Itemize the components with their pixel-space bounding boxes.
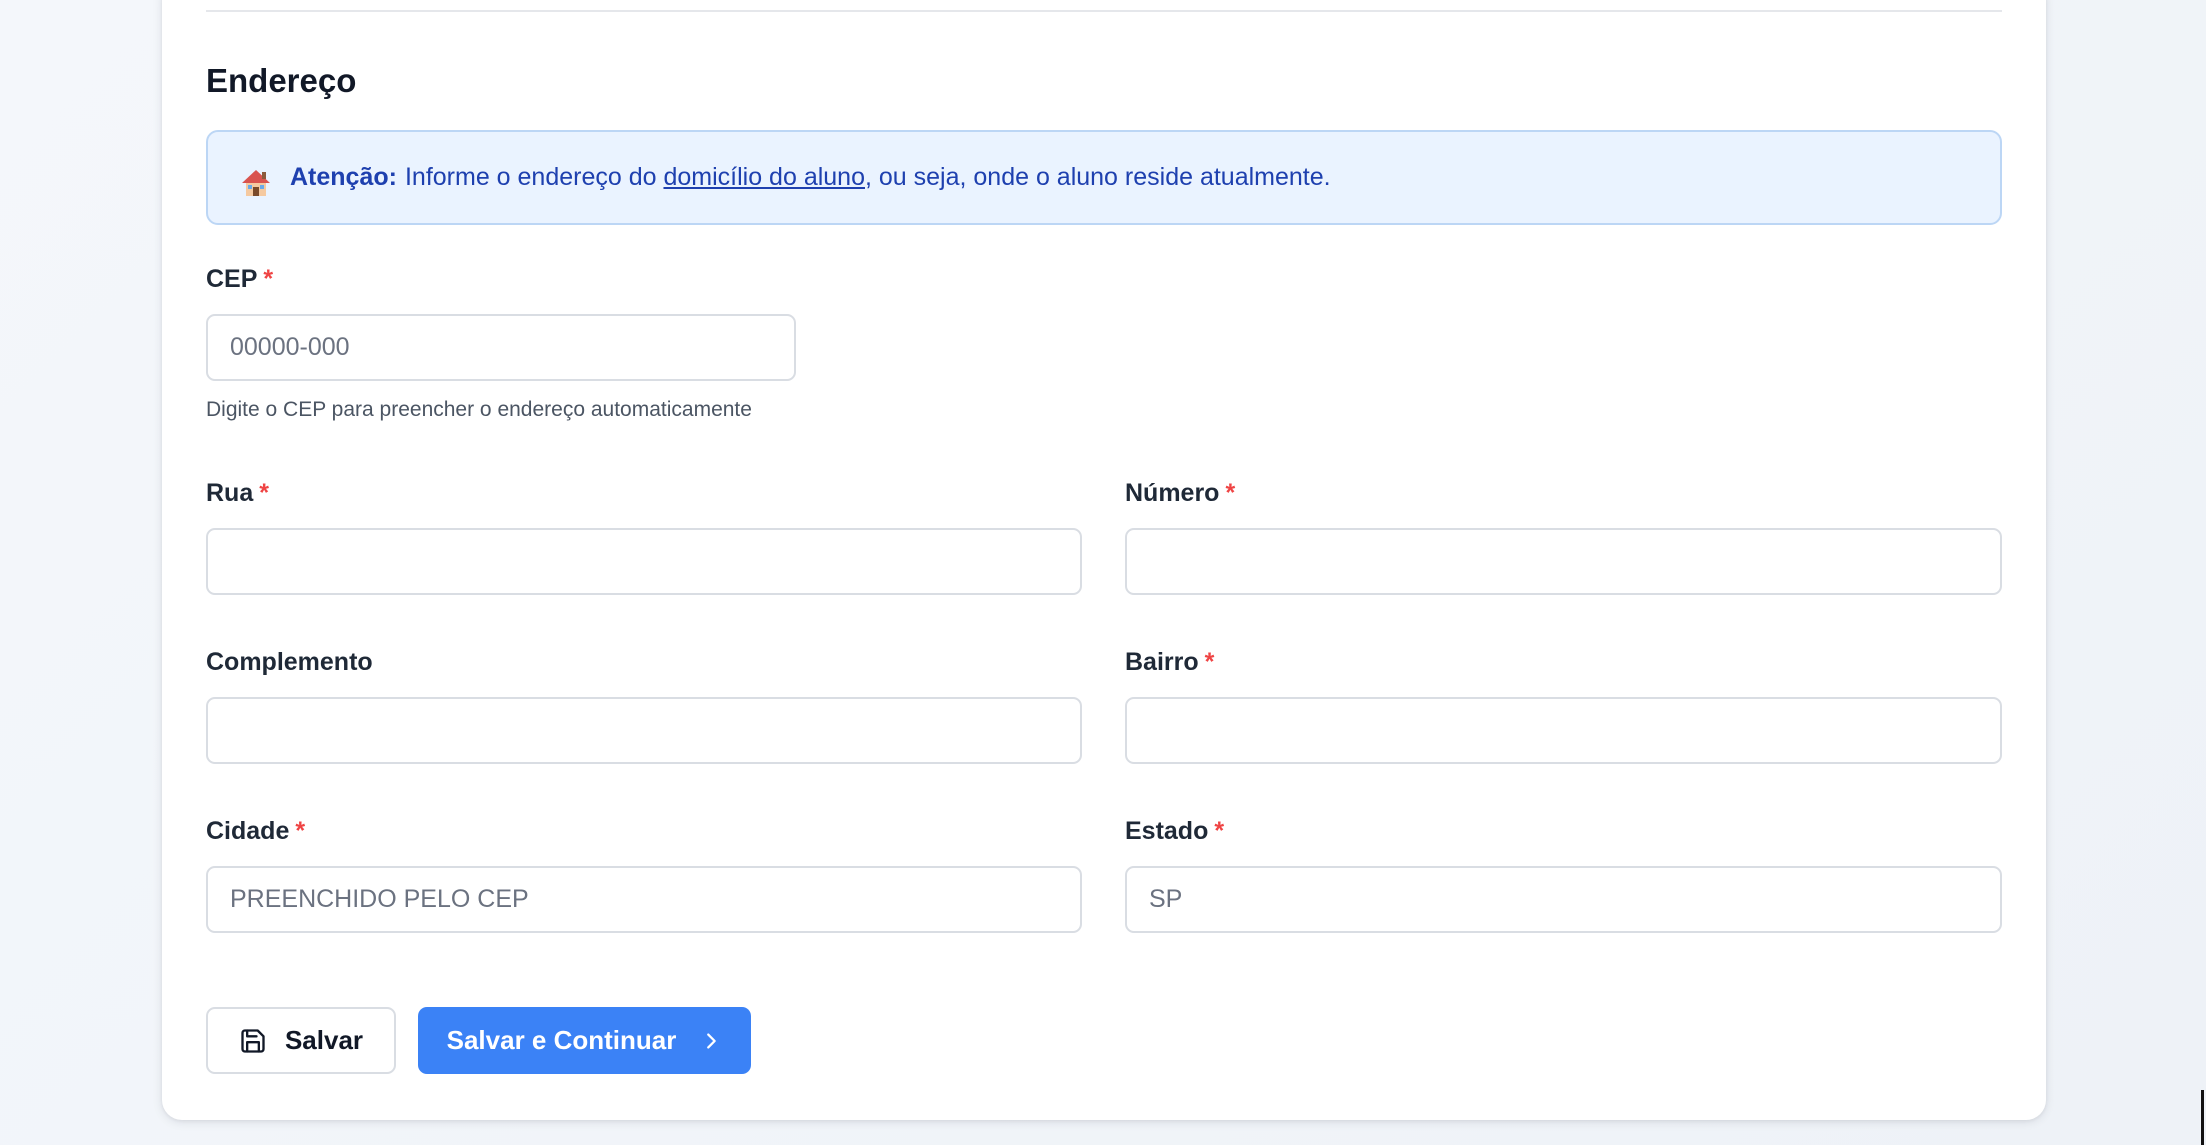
alert-link[interactable]: domicílio do aluno [663, 163, 865, 192]
section-title: Endereço [206, 62, 357, 99]
estado-label-text: Estado [1125, 817, 1209, 845]
alert-text-before: Informe o endereço do [404, 163, 664, 191]
required-marker: * [259, 479, 269, 507]
cidade-label: Cidade * [206, 817, 305, 846]
cep-label-text: CEP [206, 265, 258, 293]
numero-label-text: Número [1125, 479, 1220, 507]
rua-label-text: Rua [206, 479, 254, 507]
save-continue-label: Salvar e Continuar [446, 1025, 677, 1055]
complemento-label: Complemento [206, 648, 373, 677]
rua-label: Rua * [206, 479, 269, 508]
bairro-label-text: Bairro [1125, 648, 1199, 676]
house-icon [242, 169, 270, 196]
cep-hint: Digite o CEP para preencher o endereço a… [206, 398, 752, 421]
save-button-label: Salvar [284, 1025, 364, 1055]
bairro-label: Bairro * [1125, 648, 1214, 677]
save-button[interactable]: Salvar [206, 1007, 396, 1074]
rua-input[interactable] [206, 528, 1082, 595]
required-marker: * [295, 817, 306, 845]
complemento-label-text: Complemento [206, 648, 373, 676]
chevron-right-icon [707, 1032, 717, 1049]
numero-label: Número * [1125, 479, 1235, 508]
complemento-input[interactable] [206, 697, 1082, 764]
address-alert: Atenção: Informe o endereço do domicílio… [206, 130, 2002, 225]
cidade-label-text: Cidade [206, 817, 290, 845]
estado-label: Estado * [1125, 817, 1224, 846]
required-marker: * [263, 265, 274, 293]
save-continue-button[interactable]: Salvar e Continuar [418, 1007, 751, 1074]
estado-input[interactable] [1125, 866, 2002, 933]
floppy-disk-icon [241, 1028, 265, 1053]
required-marker: * [1204, 648, 1215, 676]
cidade-input[interactable] [206, 866, 1082, 933]
bairro-input[interactable] [1125, 697, 2002, 764]
cep-label: CEP * [206, 265, 273, 294]
cep-input[interactable] [206, 314, 796, 381]
text-cursor [2201, 1090, 2204, 1145]
section-divider [206, 10, 2002, 12]
alert-strong: Atenção: [290, 163, 397, 191]
numero-input[interactable] [1125, 528, 2002, 595]
required-marker: * [1214, 817, 1225, 845]
required-marker: * [1225, 479, 1236, 507]
alert-text-after: , ou seja, onde o aluno reside atualment… [864, 163, 1331, 191]
